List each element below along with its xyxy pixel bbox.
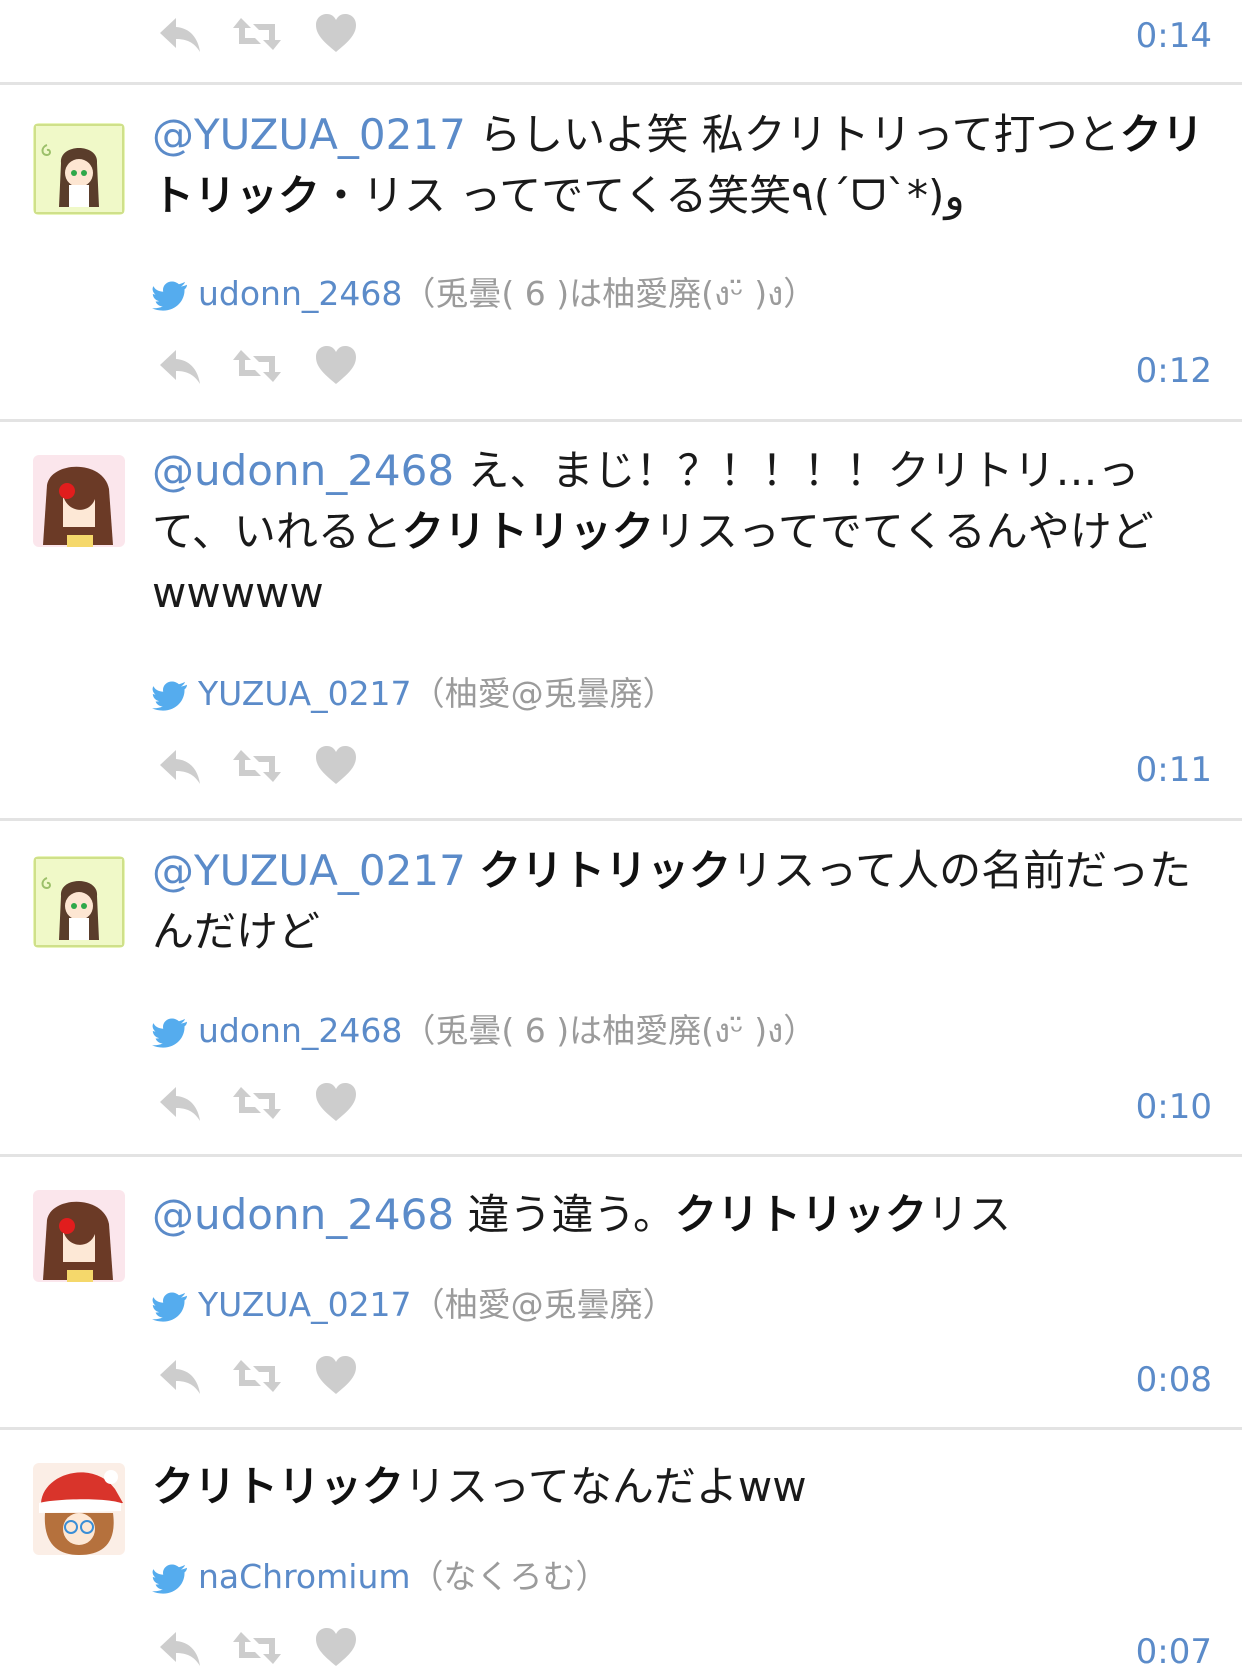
tweet-text-part: らしいよ笑 私クリトリって打つと bbox=[479, 110, 1120, 159]
mention-link[interactable]: @udonn_2468 bbox=[152, 446, 454, 495]
avatar[interactable] bbox=[33, 455, 125, 547]
tweet-timestamp[interactable]: 0:07 bbox=[1136, 1630, 1212, 1674]
mention-link[interactable]: @YUZUA_0217 bbox=[152, 110, 466, 159]
heart-icon[interactable] bbox=[314, 1081, 362, 1125]
tweet-keyword: クリトリック bbox=[479, 846, 732, 895]
heart-icon[interactable] bbox=[314, 1626, 362, 1670]
twitter-bird-icon bbox=[152, 1289, 188, 1322]
twitter-bird-icon bbox=[152, 678, 188, 711]
author-display-name: （兎曇( 6 )は柚愛廃(งᵕ̈ )ง） bbox=[402, 1011, 817, 1050]
avatar[interactable] bbox=[33, 1190, 125, 1282]
tweet-body: @YUZUA_0217 クリトリックリスって人の名前だったんだけど bbox=[152, 840, 1212, 962]
tweet-source: YUZUA_0217（柚愛@兎曇廃） bbox=[152, 1283, 676, 1327]
divider bbox=[0, 419, 1242, 422]
reply-arrow-icon[interactable] bbox=[156, 1354, 204, 1398]
retweet-icon[interactable] bbox=[231, 1626, 281, 1670]
divider bbox=[0, 82, 1242, 85]
divider bbox=[0, 1427, 1242, 1430]
heart-icon[interactable] bbox=[314, 12, 362, 56]
divider bbox=[0, 818, 1242, 821]
reply-arrow-icon[interactable] bbox=[156, 744, 204, 788]
heart-icon[interactable] bbox=[314, 1354, 362, 1398]
tweet-text-part: リス bbox=[926, 1190, 1011, 1239]
avatar[interactable] bbox=[33, 1463, 125, 1555]
author-handle[interactable]: udonn_2468 bbox=[198, 1011, 402, 1050]
heart-icon[interactable] bbox=[314, 344, 362, 388]
author-handle[interactable]: naChromium bbox=[198, 1557, 411, 1596]
tweet-timeline: 0:14 @YUZUA_0217 らしいよ笑 私クリトリって打つとクリトリック・… bbox=[0, 0, 1242, 1677]
tweet-text-part: リスってなんだよww bbox=[404, 1462, 807, 1511]
author-handle[interactable]: YUZUA_0217 bbox=[198, 674, 412, 713]
reply-arrow-icon[interactable] bbox=[156, 1081, 204, 1125]
mention-link[interactable]: @udonn_2468 bbox=[152, 1190, 454, 1239]
mention-link[interactable]: @YUZUA_0217 bbox=[152, 846, 466, 895]
twitter-bird-icon bbox=[152, 278, 188, 311]
reply-arrow-icon[interactable] bbox=[156, 1626, 204, 1670]
retweet-icon[interactable] bbox=[231, 344, 281, 388]
tweet-body: @udonn_2468 違う違う。クリトリックリス bbox=[152, 1184, 1212, 1245]
retweet-icon[interactable] bbox=[231, 744, 281, 788]
author-display-name: （なくろむ） bbox=[410, 1557, 609, 1596]
author-display-name: （兎曇( 6 )は柚愛廃(งᵕ̈ )ง） bbox=[402, 274, 817, 313]
tweet-timestamp[interactable]: 0:11 bbox=[1136, 748, 1212, 792]
tweet-keyword: クリトリック bbox=[401, 507, 654, 556]
tweet-body: クリトリックリスってなんだよww bbox=[152, 1456, 1212, 1517]
tweet-source: naChromium（なくろむ） bbox=[152, 1555, 609, 1599]
avatar[interactable] bbox=[33, 123, 125, 215]
author-display-name: （柚愛@兎曇廃） bbox=[411, 1285, 676, 1324]
author-handle[interactable]: udonn_2468 bbox=[198, 274, 402, 313]
tweet-source: udonn_2468（兎曇( 6 )は柚愛廃(งᵕ̈ )ง） bbox=[152, 272, 816, 316]
tweet-text-part: ・リス ってでてくる笑笑٩(ˊᗜˋ*)و bbox=[320, 171, 965, 220]
retweet-icon[interactable] bbox=[231, 1354, 281, 1398]
retweet-icon[interactable] bbox=[231, 12, 281, 56]
author-handle[interactable]: YUZUA_0217 bbox=[198, 1285, 412, 1324]
tweet-text-part: 違う違う。 bbox=[467, 1190, 675, 1239]
twitter-bird-icon bbox=[152, 1561, 188, 1594]
reply-arrow-icon[interactable] bbox=[156, 344, 204, 388]
retweet-icon[interactable] bbox=[231, 1081, 281, 1125]
avatar[interactable] bbox=[33, 856, 125, 948]
reply-arrow-icon[interactable] bbox=[156, 12, 204, 56]
heart-icon[interactable] bbox=[314, 744, 362, 788]
tweet-keyword: クリトリック bbox=[674, 1190, 927, 1239]
tweet-timestamp[interactable]: 0:12 bbox=[1136, 349, 1212, 393]
tweet-timestamp[interactable]: 0:14 bbox=[1136, 14, 1212, 58]
tweet-keyword: クリトリック bbox=[152, 1462, 405, 1511]
tweet-source: udonn_2468（兎曇( 6 )は柚愛廃(งᵕ̈ )ง） bbox=[152, 1009, 816, 1053]
tweet-timestamp[interactable]: 0:08 bbox=[1136, 1358, 1212, 1402]
tweet-body: @YUZUA_0217 らしいよ笑 私クリトリって打つとクリトリック・リス って… bbox=[152, 104, 1212, 226]
twitter-bird-icon bbox=[152, 1015, 188, 1048]
author-display-name: （柚愛@兎曇廃） bbox=[411, 674, 676, 713]
tweet-timestamp[interactable]: 0:10 bbox=[1136, 1085, 1212, 1129]
tweet-source: YUZUA_0217（柚愛@兎曇廃） bbox=[152, 672, 676, 716]
divider bbox=[0, 1154, 1242, 1157]
tweet-body: @udonn_2468 え、まじ！？！！！！クリトリ…って、いれるとクリトリック… bbox=[152, 440, 1212, 623]
